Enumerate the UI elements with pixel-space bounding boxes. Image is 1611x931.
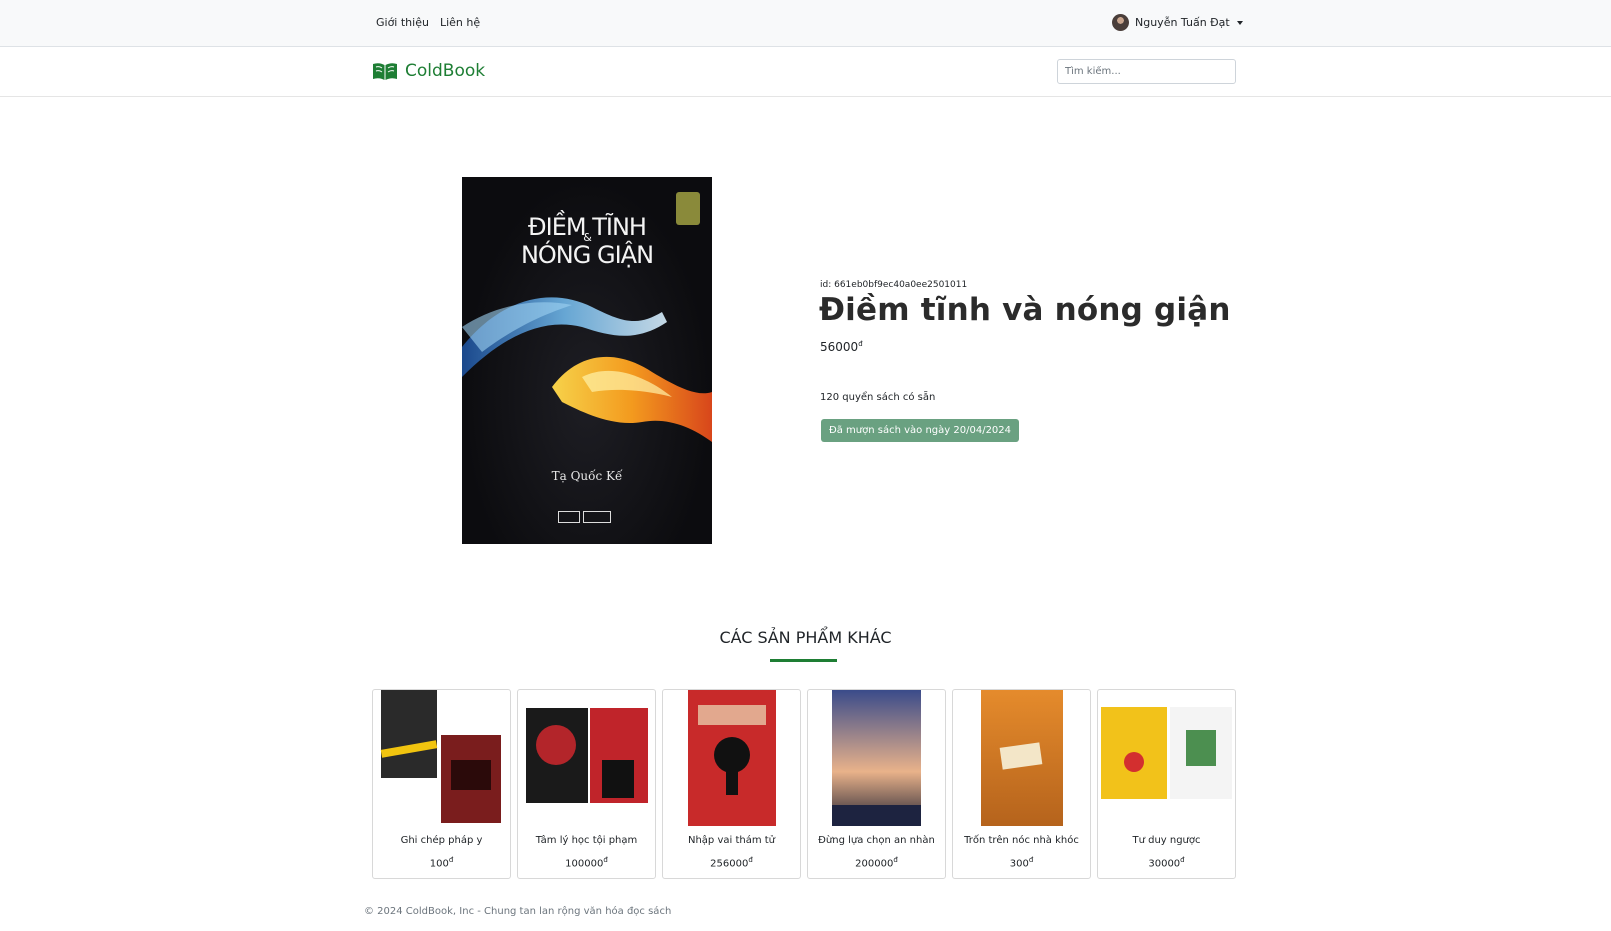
product-name: Trốn trên nóc nhà khóc bbox=[964, 835, 1079, 846]
product-card[interactable]: Ghi chép pháp y 100đ bbox=[372, 689, 511, 879]
product-name: Tâm lý học tội phạm bbox=[535, 835, 638, 846]
product-thumbnail bbox=[1101, 707, 1232, 799]
user-menu[interactable]: Nguyễn Tuấn Đạt bbox=[1112, 14, 1243, 31]
caret-down-icon bbox=[1236, 20, 1243, 25]
product-price: 200000đ bbox=[855, 856, 898, 870]
section-underline bbox=[770, 659, 837, 662]
avatar bbox=[1112, 14, 1129, 31]
product-name: Nhập vai thám tử bbox=[687, 835, 776, 846]
currency-symbol: đ bbox=[858, 340, 863, 348]
main-nav: ColdBook bbox=[0, 47, 1611, 97]
top-nav: Giới thiệu Liên hệ bbox=[376, 16, 480, 29]
brand-link[interactable]: ColdBook bbox=[372, 61, 485, 81]
search-input[interactable] bbox=[1057, 59, 1236, 84]
product-price: 256000đ bbox=[710, 856, 753, 870]
top-bar: Giới thiệu Liên hệ Nguyễn Tuấn Đạt bbox=[0, 0, 1611, 47]
product-price: 300đ bbox=[1009, 856, 1034, 870]
book-title: Điềm tĩnh và nóng giận bbox=[819, 292, 1231, 328]
product-price: 100000đ bbox=[565, 856, 608, 870]
borrowed-status-button[interactable]: Đã mượn sách vào ngày 20/04/2024 bbox=[821, 419, 1020, 442]
user-name: Nguyễn Tuấn Đạt bbox=[1135, 16, 1230, 29]
product-name: Ghi chép pháp y bbox=[400, 835, 483, 846]
product-price: 30000đ bbox=[1148, 856, 1185, 870]
footer-text: © 2024 ColdBook, Inc - Chung tan lan rộn… bbox=[364, 906, 672, 917]
product-card[interactable]: Tư duy ngược 30000đ bbox=[1097, 689, 1236, 879]
book-cover: ĐIỀM TĨNH & NÓNG GIẬN Tạ Quốc Kế bbox=[462, 177, 712, 544]
book-id: id: 661eb0bf9ec40a0ee2501011 bbox=[820, 280, 968, 290]
publisher-logos bbox=[558, 511, 618, 523]
section-title: CÁC SẢN PHẨM KHÁC bbox=[719, 628, 892, 647]
product-thumbnail bbox=[526, 708, 648, 803]
product-thumbnail bbox=[688, 690, 776, 826]
product-name: Tư duy ngược bbox=[1132, 835, 1201, 846]
nav-link-contact[interactable]: Liên hệ bbox=[440, 16, 480, 29]
product-name: Đừng lựa chọn an nhàn bbox=[818, 835, 935, 846]
product-price: 100đ bbox=[429, 856, 454, 870]
product-thumbnail bbox=[981, 690, 1063, 826]
product-card[interactable]: Đừng lựa chọn an nhàn 200000đ bbox=[807, 689, 946, 879]
cover-author: Tạ Quốc Kế bbox=[551, 469, 623, 483]
product-thumbnail bbox=[832, 690, 921, 826]
open-book-icon bbox=[373, 63, 397, 80]
related-products: Ghi chép pháp y 100đ Tâm lý học tội phạm… bbox=[372, 689, 1236, 879]
product-thumbnail bbox=[380, 690, 501, 823]
product-card[interactable]: Trốn trên nóc nhà khóc 300đ bbox=[952, 689, 1091, 879]
water-fire-illustration bbox=[462, 297, 712, 442]
product-card[interactable]: Tâm lý học tội phạm 100000đ bbox=[517, 689, 656, 879]
nav-link-about[interactable]: Giới thiệu bbox=[376, 16, 429, 29]
book-price: 56000đ bbox=[820, 340, 863, 354]
product-card[interactable]: Nhập vai thám tử 256000đ bbox=[662, 689, 801, 879]
stock-text: 120 quyển sách có sẵn bbox=[820, 392, 936, 403]
brand-name: ColdBook bbox=[405, 61, 486, 81]
